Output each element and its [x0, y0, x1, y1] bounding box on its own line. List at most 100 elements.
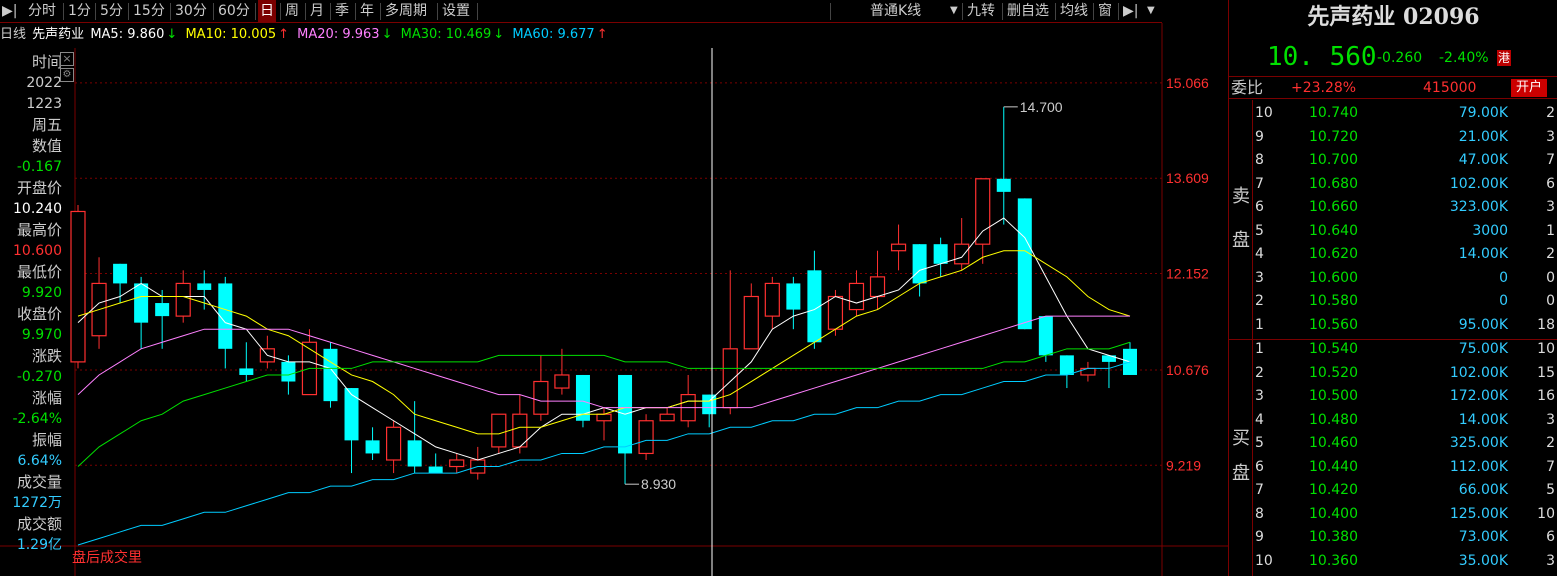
candle-body: [638, 420, 654, 455]
candle: [344, 388, 359, 474]
tab-quarterly[interactable]: 季: [333, 0, 351, 22]
ma30-line: [77, 341, 1131, 467]
ask-row-10[interactable]: 10 10.740 79.00K 2: [1229, 102, 1557, 125]
bid-orders: 6: [1546, 529, 1555, 545]
tab-1min[interactable]: 1分: [66, 0, 93, 22]
bid-row-9[interactable]: 9 10.380 73.00K 6: [1229, 526, 1557, 549]
ask-row-3[interactable]: 3 10.600 0 0: [1229, 267, 1557, 290]
period-toolbar: ▶| 分时 1分 5分 15分 30分 60分 日 周 月 季 年 多周期 设置…: [0, 0, 1162, 23]
bid-orders: 10: [1537, 341, 1555, 357]
ask-volume: 102.00K: [1449, 175, 1508, 192]
bid-row-10[interactable]: 10 10.360 35.00K 3: [1229, 550, 1557, 573]
candle: [155, 289, 170, 349]
collapse-right-icon[interactable]: ▶|: [1121, 0, 1140, 22]
bid-row-3[interactable]: 3 10.500 172.00K 16: [1229, 385, 1557, 408]
ma10-label: MA10: 10.005 ↑: [185, 27, 290, 42]
kline-chart[interactable]: 15.066 13.609 12.152 10.676 9.219 14.700 8.930: [0, 0, 1228, 576]
candle: [533, 355, 549, 421]
window-button[interactable]: 窗: [1096, 0, 1114, 22]
candle-body: [743, 295, 759, 350]
tab-30min[interactable]: 30分: [173, 0, 209, 22]
crosshair-info-panel: 时间 2022 1223 周五 数值 -0.167 开盘价 10.240 最高价…: [0, 50, 68, 570]
bid-row-5[interactable]: 5 10.460 325.00K 2: [1229, 432, 1557, 455]
candle: [134, 276, 149, 349]
ask-volume: 21.00K: [1458, 128, 1508, 145]
bid-volume: 325.00K: [1449, 435, 1508, 451]
bid-volume: 73.00K: [1458, 529, 1508, 545]
ask-price: 10.640: [1309, 222, 1358, 239]
bid-volume: 66.00K: [1458, 482, 1508, 498]
bid-price: 10.480: [1309, 411, 1358, 428]
candle-body: [239, 368, 254, 375]
tab-monthly[interactable]: 月: [308, 0, 326, 22]
candle: [1123, 342, 1137, 375]
ask-row-1[interactable]: 1 10.560 95.00K 18: [1229, 314, 1557, 337]
bid-row-7[interactable]: 7 10.420 66.00K 5: [1229, 479, 1557, 502]
ask-level: 7: [1255, 175, 1264, 192]
ask-volume: 79.00K: [1458, 105, 1508, 121]
ask-level: 8: [1255, 152, 1264, 168]
tab-15min[interactable]: 15分: [131, 0, 167, 22]
jiuzhuan-button[interactable]: 九转: [965, 0, 997, 22]
bid-row-8[interactable]: 8 10.400 125.00K 10: [1229, 503, 1557, 526]
candle-body: [722, 348, 738, 409]
candle-body: [554, 374, 570, 389]
kline-type-select[interactable]: 普通K线: [868, 0, 923, 22]
tab-5min[interactable]: 5分: [98, 0, 125, 22]
ask-level: 2: [1255, 293, 1264, 309]
bid-orders: 15: [1537, 364, 1555, 381]
tab-yearly[interactable]: 年: [358, 0, 376, 22]
ask-row-2[interactable]: 2 10.580 0 0: [1229, 290, 1557, 313]
remove-watchlist-button[interactable]: 删自选: [1005, 0, 1051, 22]
tab-multi-period[interactable]: 多周期: [383, 0, 429, 22]
y-tick-label: 10.676: [1166, 362, 1209, 378]
ask-volume: 47.00K: [1458, 152, 1508, 168]
tab-60min[interactable]: 60分: [216, 0, 252, 22]
gear-icon[interactable]: ⚙: [60, 68, 74, 82]
ask-orders: 18: [1537, 316, 1555, 333]
ma10-line: [77, 250, 1131, 435]
candle-body: [449, 459, 465, 468]
candle: [1080, 361, 1096, 382]
candle: [786, 276, 801, 330]
ask-price: 10.680: [1309, 175, 1358, 192]
ma-button[interactable]: 均线: [1058, 0, 1090, 22]
bid-orders: 3: [1546, 552, 1555, 569]
bid-row-4[interactable]: 4 10.480 14.00K 3: [1229, 409, 1557, 432]
bid-row-1[interactable]: 1 10.540 75.00K 10: [1229, 338, 1557, 361]
candle: [638, 414, 654, 460]
collapse-left-icon[interactable]: ▶|: [0, 0, 19, 22]
candle-body: [764, 282, 780, 317]
bid-row-6[interactable]: 6 10.440 112.00K 7: [1229, 456, 1557, 479]
candle-body: [1017, 198, 1032, 330]
menu-chevron-icon[interactable]: ▼: [1145, 0, 1157, 22]
open-account-button[interactable]: 开户: [1511, 79, 1548, 97]
info-volume-label: 成交量: [16, 473, 62, 491]
tab-fenshi[interactable]: 分时: [26, 0, 58, 22]
tab-weekly[interactable]: 周: [283, 0, 301, 22]
candle-body: [365, 440, 380, 454]
tab-daily[interactable]: 日: [258, 0, 276, 22]
ask-price: 10.600: [1309, 269, 1358, 286]
chevron-down-icon[interactable]: ▼: [948, 0, 960, 22]
ask-row-5[interactable]: 5 10.640 3000 1: [1229, 220, 1557, 243]
bid-volume: 75.00K: [1458, 341, 1508, 357]
ask-orders: 0: [1546, 293, 1555, 309]
info-amplitude-label: 振幅: [31, 431, 62, 449]
bid-price: 10.400: [1309, 505, 1358, 522]
candle-body: [996, 178, 1011, 192]
ask-price: 10.700: [1309, 152, 1358, 168]
ask-row-9[interactable]: 9 10.720 21.00K 3: [1229, 126, 1557, 149]
candle-body: [869, 276, 886, 298]
close-icon[interactable]: ×: [60, 52, 74, 66]
tab-settings[interactable]: 设置: [440, 0, 472, 22]
candle-body: [134, 283, 149, 323]
ask-row-7[interactable]: 7 10.680 102.00K 6: [1229, 173, 1557, 196]
ask-row-6[interactable]: 6 10.660 323.00K 3: [1229, 196, 1557, 219]
bid-row-2[interactable]: 2 10.520 102.00K 15: [1229, 362, 1557, 385]
candle-body: [702, 394, 717, 415]
ask-row-8[interactable]: 8 10.700 47.00K 7: [1229, 149, 1557, 172]
ask-row-4[interactable]: 4 10.620 14.00K 2: [1229, 243, 1557, 266]
candle-body: [933, 244, 948, 264]
bid-level: 7: [1255, 482, 1264, 498]
